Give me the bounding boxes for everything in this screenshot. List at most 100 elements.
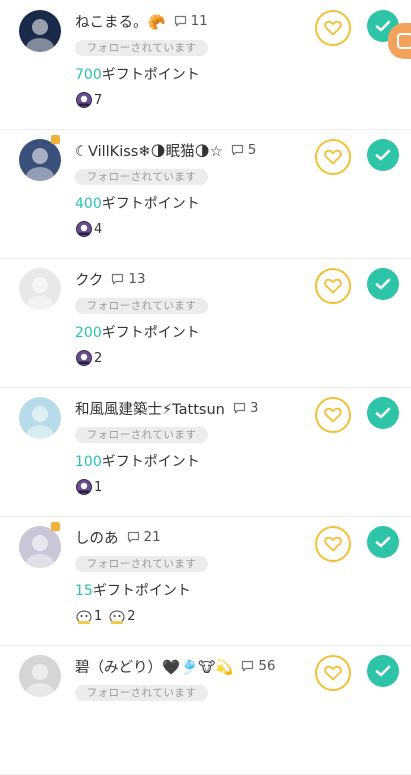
follows-you-badge: フォローされています bbox=[75, 169, 208, 185]
follow-back-button[interactable] bbox=[367, 139, 399, 171]
comment-count: 5 bbox=[231, 142, 257, 158]
comment-count: 13 bbox=[111, 271, 146, 287]
heart-icon bbox=[324, 149, 342, 165]
gift-items: 7 bbox=[75, 89, 108, 111]
user-avatar[interactable] bbox=[19, 655, 61, 697]
comment-icon bbox=[231, 144, 243, 156]
user-row[interactable]: クク 13 フォローされています 200ギフトポイント 2 bbox=[0, 258, 411, 388]
user-row[interactable]: ☾VillKiss❄🌗眠猫🌗☆ 5 フォローされています 400ギフトポイント 4 bbox=[0, 129, 411, 259]
comment-count: 3 bbox=[233, 400, 259, 416]
gift-item-count: 2 bbox=[127, 608, 136, 624]
gift-points: 700ギフトポイント bbox=[75, 64, 200, 84]
gift-item-count: 1 bbox=[94, 479, 103, 495]
follows-you-badge: フォローされています bbox=[75, 556, 208, 572]
check-icon bbox=[375, 149, 391, 161]
floating-side-button[interactable] bbox=[388, 23, 411, 59]
heart-icon bbox=[324, 278, 342, 294]
gift-points: 100ギフトポイント bbox=[75, 451, 200, 471]
user-name-line: クク 13 bbox=[75, 269, 146, 289]
check-icon bbox=[375, 536, 391, 548]
comment-count: 21 bbox=[127, 529, 161, 545]
user-name-line: 和風風建築士⚡Tattsun 3 bbox=[75, 398, 258, 418]
stamp-item-icon bbox=[76, 350, 92, 366]
user-avatar[interactable] bbox=[19, 397, 61, 439]
comment-icon bbox=[127, 531, 139, 543]
gift-points: 200ギフトポイント bbox=[75, 322, 200, 342]
comment-icon bbox=[233, 402, 245, 414]
user-avatar[interactable] bbox=[19, 139, 61, 181]
follow-back-button[interactable] bbox=[367, 397, 399, 429]
user-name[interactable]: 和風風建築士⚡Tattsun bbox=[75, 398, 225, 419]
like-button[interactable] bbox=[315, 139, 351, 175]
user-row[interactable]: ねこまる。🥐 11 フォローされています 700ギフトポイント 7 bbox=[0, 0, 411, 130]
gift-item-count: 2 bbox=[94, 350, 103, 366]
comment-icon bbox=[242, 660, 254, 672]
gift-items: 12 bbox=[75, 605, 142, 627]
user-row[interactable]: しのあ 21 フォローされています 15ギフトポイント 1 2 bbox=[0, 516, 411, 646]
user-name[interactable]: クク bbox=[75, 269, 103, 290]
like-button[interactable] bbox=[315, 526, 351, 562]
comment-icon bbox=[174, 15, 186, 27]
gift-points-value: 400 bbox=[75, 196, 102, 212]
comment-count-value: 21 bbox=[143, 529, 161, 545]
gift-item-count: 7 bbox=[94, 92, 103, 108]
stamp-item-icon bbox=[76, 92, 92, 108]
avatar-badge bbox=[51, 135, 60, 144]
comment-count-value: 11 bbox=[190, 13, 208, 29]
like-button[interactable] bbox=[315, 268, 351, 304]
user-name-line: 碧（みどり）🖤🎐🐮💫 56 bbox=[75, 656, 276, 676]
user-name[interactable]: しのあ bbox=[75, 527, 119, 548]
gift-item: 1 bbox=[75, 607, 102, 625]
heart-icon bbox=[324, 20, 342, 36]
follows-you-badge: フォローされています bbox=[75, 40, 208, 56]
avatar-badge bbox=[51, 522, 60, 531]
gift-item-count: 4 bbox=[94, 221, 103, 237]
comment-count: 56 bbox=[241, 658, 276, 674]
follows-you-badge: フォローされています bbox=[75, 427, 208, 443]
gift-item: 2 bbox=[75, 349, 102, 367]
gift-item: 7 bbox=[75, 91, 102, 109]
follows-you-badge: フォローされています bbox=[75, 685, 208, 701]
user-row[interactable]: 碧（みどり）🖤🎐🐮💫 56 フォローされています bbox=[0, 645, 411, 775]
user-name-line: しのあ 21 bbox=[75, 527, 161, 547]
check-icon bbox=[375, 20, 391, 32]
check-icon bbox=[375, 278, 391, 290]
heart-icon bbox=[324, 665, 342, 681]
user-name[interactable]: ねこまる。🥐 bbox=[75, 11, 166, 32]
gift-points-value: 200 bbox=[75, 325, 102, 341]
follow-back-button[interactable] bbox=[367, 268, 399, 300]
user-row[interactable]: 和風風建築士⚡Tattsun 3 フォローされています 100ギフトポイント 1 bbox=[0, 387, 411, 517]
cow-stamp-icon bbox=[76, 610, 92, 624]
like-button[interactable] bbox=[315, 655, 351, 691]
floating-button-icon bbox=[397, 33, 411, 49]
gift-points-label: ギフトポイント bbox=[101, 67, 200, 83]
stamp-item-icon bbox=[76, 479, 92, 495]
gift-points-value: 100 bbox=[75, 454, 102, 470]
comment-count-value: 5 bbox=[247, 142, 257, 158]
check-icon bbox=[375, 407, 391, 419]
gift-points-value: 15 bbox=[75, 583, 93, 599]
comment-count-value: 3 bbox=[249, 400, 259, 416]
user-name[interactable]: ☾VillKiss❄🌗眠猫🌗☆ bbox=[75, 140, 223, 161]
user-avatar[interactable] bbox=[19, 268, 61, 310]
user-avatar[interactable] bbox=[19, 526, 61, 568]
like-button[interactable] bbox=[315, 10, 351, 46]
gift-points-label: ギフトポイント bbox=[101, 325, 200, 341]
check-icon bbox=[375, 665, 391, 677]
follow-back-button[interactable] bbox=[367, 526, 399, 558]
gift-item: 1 bbox=[75, 478, 102, 496]
user-name-line: ☾VillKiss❄🌗眠猫🌗☆ 5 bbox=[75, 140, 256, 160]
gift-points-value: 700 bbox=[75, 67, 102, 83]
gift-points: 15ギフトポイント bbox=[75, 580, 191, 600]
gift-items: 1 bbox=[75, 476, 108, 498]
like-button[interactable] bbox=[315, 397, 351, 433]
gift-items: 2 bbox=[75, 347, 108, 369]
comment-count-value: 56 bbox=[258, 658, 276, 674]
gift-points: 400ギフトポイント bbox=[75, 193, 200, 213]
user-avatar[interactable] bbox=[19, 10, 61, 52]
stamp-item-icon bbox=[76, 221, 92, 237]
user-name[interactable]: 碧（みどり）🖤🎐🐮💫 bbox=[75, 656, 233, 677]
follow-back-button[interactable] bbox=[367, 655, 399, 687]
gift-points-label: ギフトポイント bbox=[92, 583, 191, 599]
gift-points-label: ギフトポイント bbox=[101, 454, 200, 470]
